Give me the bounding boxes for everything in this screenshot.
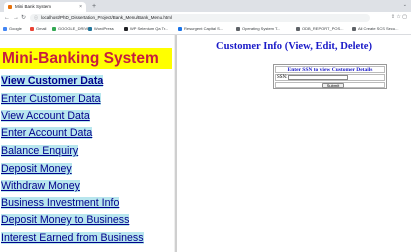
page-content: Mini-Banking System View Customer Data En… (0, 35, 411, 252)
bookmark-item[interactable]: Operating System T... (236, 24, 280, 34)
menu-link[interactable]: View Account Data (1, 110, 90, 122)
url-text: localhost/PhD_Dissertation_Project/Bank_… (41, 15, 172, 20)
title-banner: Mini-Banking System (0, 48, 172, 69)
bookmark-favicon-icon (52, 26, 56, 31)
forward-icon[interactable]: → (13, 14, 19, 22)
menu-frame: Mini-Banking System View Customer Data En… (0, 35, 174, 252)
tab-close-icon[interactable]: × (79, 2, 82, 12)
ssn-row: SSN: (275, 74, 385, 81)
browser-tab-bar: Mini Bank System × + ⌄ (0, 0, 411, 12)
menu-link[interactable]: Business Investment Info (1, 197, 120, 209)
bookmark-label: Operating System T... (242, 26, 281, 31)
bookmark-label: GOOGLE_DRIVE (58, 26, 90, 31)
bookmark-favicon-icon (352, 26, 356, 31)
tab-title: Mini Bank System (15, 4, 52, 9)
bookmark-favicon-icon (124, 26, 128, 31)
bookmark-item[interactable]: Google (3, 24, 22, 34)
form-caption: Enter SSN to view Customer Details (275, 66, 385, 73)
tab-search-icon[interactable]: ⌄ (403, 2, 407, 8)
content-heading: Customer Info (View, Edit, Delete) (216, 41, 372, 52)
reload-icon[interactable]: ↻ (21, 14, 26, 22)
content-frame: Customer Info (View, Edit, Delete) Enter… (177, 35, 411, 252)
menu-link[interactable]: Enter Customer Data (1, 93, 101, 105)
menu-link[interactable]: Interest Earned from Business (1, 232, 144, 244)
share-icon[interactable]: ⇪ ☆ ▢ (391, 14, 407, 20)
bookmark-label: WordPress (94, 26, 114, 31)
address-bar[interactable]: ⓘ localhost/PhD_Dissertation_Project/Ban… (30, 14, 370, 22)
bookmark-label: Google (9, 26, 22, 31)
back-icon[interactable]: ← (4, 14, 10, 22)
bookmark-label: ODB_REPORT_POS... (302, 26, 344, 31)
bookmark-label: Resurgent Capital S... (184, 26, 224, 31)
bookmark-favicon-icon (296, 26, 300, 31)
bookmark-item[interactable]: ODB_REPORT_POS... (296, 24, 344, 34)
submit-row: Submit (275, 82, 385, 88)
menu-link[interactable]: Deposit Money (1, 163, 72, 175)
page-title: Mini-Banking System (2, 50, 159, 67)
browser-toolbar: ← → ↻ ⓘ localhost/PhD_Dissertation_Proje… (0, 12, 411, 24)
bookmarks-bar: Google Gmail GOOGLE_DRIVE WordPress WP Selen… (0, 24, 411, 35)
bookmark-label: WP Selenium Qa Tr... (130, 26, 169, 31)
menu-link[interactable]: Deposit Money to Business (1, 214, 130, 226)
submit-button[interactable]: Submit (322, 83, 344, 88)
bookmark-item[interactable]: Gmail (30, 24, 46, 34)
bookmark-item[interactable]: Resurgent Capital S... (178, 24, 223, 34)
bookmark-item[interactable]: WordPress (88, 24, 114, 34)
new-tab-button[interactable]: + (92, 2, 96, 11)
browser-tab[interactable]: Mini Bank System × (4, 2, 86, 12)
ssn-form-table: Enter SSN to view Customer Details SSN: … (273, 64, 387, 89)
bookmark-favicon-icon (3, 26, 7, 31)
menu-link[interactable]: Withdraw Money (1, 180, 80, 192)
tab-favicon-icon (8, 5, 12, 9)
bookmark-favicon-icon (88, 26, 92, 31)
ssn-input[interactable] (288, 75, 348, 80)
bookmark-label: All Create SCS Secu... (358, 26, 399, 31)
bookmark-item[interactable]: GOOGLE_DRIVE (52, 24, 90, 34)
menu-link[interactable]: View Customer Data (1, 75, 104, 87)
bookmark-item[interactable]: All Create SCS Secu... (352, 24, 398, 34)
menu-link[interactable]: Enter Account Data (1, 127, 93, 139)
menu-link[interactable]: Balance Enquiry (1, 145, 79, 157)
bookmark-favicon-icon (236, 26, 240, 31)
site-info-icon[interactable]: ⓘ (34, 14, 38, 22)
bookmark-label: Gmail (36, 26, 47, 31)
bookmark-favicon-icon (30, 26, 34, 31)
bookmark-favicon-icon (178, 26, 182, 31)
bookmark-item[interactable]: WP Selenium Qa Tr... (124, 24, 168, 34)
ssn-label: SSN: (277, 75, 288, 80)
